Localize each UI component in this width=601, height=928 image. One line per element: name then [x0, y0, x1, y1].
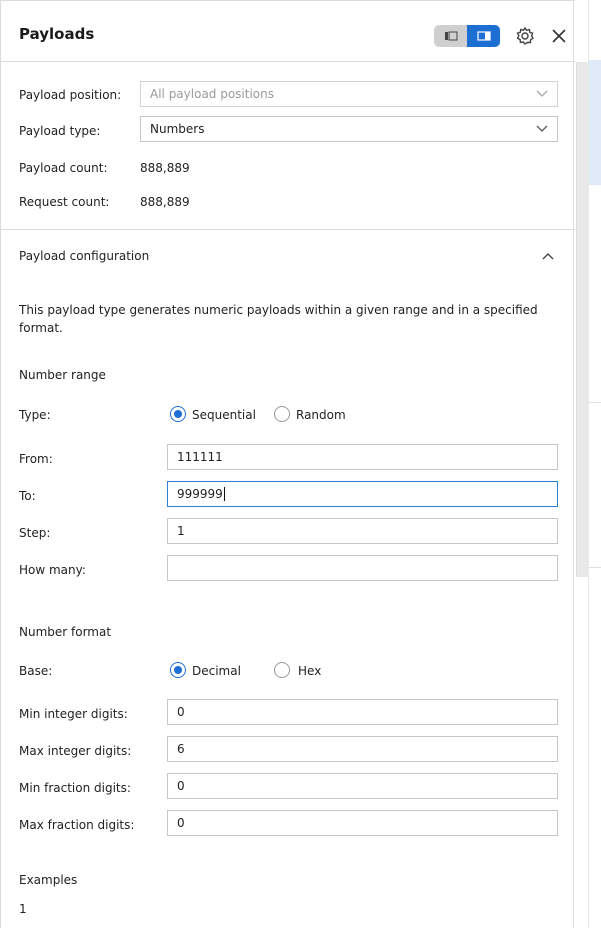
chevron-down-icon	[536, 90, 548, 97]
max-integer-digits-input[interactable]: 6	[167, 736, 558, 762]
payload-type-select[interactable]: Numbers	[140, 116, 558, 142]
random-label: Random	[296, 408, 346, 422]
section-divider	[1, 229, 575, 230]
to-label: To:	[19, 489, 36, 503]
max-fraction-digits-input[interactable]: 0	[167, 810, 558, 836]
number-format-title: Number format	[19, 625, 112, 639]
request-count-value: 888,889	[140, 195, 190, 209]
config-description: This payload type generates numeric payl…	[19, 303, 538, 335]
layout-left-button[interactable]	[434, 25, 467, 47]
chevron-down-icon	[536, 125, 548, 132]
step-input[interactable]: 1	[167, 518, 558, 544]
text-caret	[223, 487, 225, 501]
payload-type-label: Payload type:	[19, 124, 101, 138]
panel-title: Payloads	[19, 25, 95, 43]
panel-header: Payloads	[1, 0, 575, 62]
max-fraction-digits-value: 0	[177, 816, 185, 830]
hex-label: Hex	[298, 664, 322, 678]
gutter-divider	[588, 402, 601, 403]
payload-position-label: Payload position:	[19, 88, 122, 102]
max-integer-digits-label: Max integer digits:	[19, 744, 132, 758]
gear-icon	[516, 26, 534, 45]
payload-count-label: Payload count:	[19, 161, 108, 175]
section-title-payload-configuration: Payload configuration	[19, 249, 150, 263]
payload-count-value: 888,889	[140, 161, 190, 175]
how-many-label: How many:	[19, 563, 86, 577]
to-value: 999999	[177, 487, 223, 501]
payload-type-value: Numbers	[150, 122, 205, 136]
scrollbar-thumb[interactable]	[576, 62, 589, 577]
hex-radio[interactable]	[274, 662, 290, 678]
max-fraction-digits-label: Max fraction digits:	[19, 818, 135, 832]
layout-toggle[interactable]	[434, 25, 500, 47]
min-integer-digits-value: 0	[177, 705, 185, 719]
sequential-radio[interactable]	[170, 406, 186, 422]
layout-right-button[interactable]	[467, 25, 500, 47]
min-fraction-digits-label: Min fraction digits:	[19, 781, 131, 795]
min-fraction-digits-value: 0	[177, 779, 185, 793]
max-integer-digits-value: 6	[177, 742, 185, 756]
payloads-panel: Payloads Payload position: All payload p…	[0, 0, 589, 928]
collapse-section-button[interactable]	[538, 248, 558, 266]
examples-title: Examples	[19, 873, 78, 887]
decimal-radio[interactable]	[170, 662, 186, 678]
decimal-label: Decimal	[192, 664, 241, 678]
to-input[interactable]: 999999	[167, 481, 558, 507]
example-value: 1	[19, 902, 27, 916]
min-fraction-digits-input[interactable]: 0	[167, 773, 558, 799]
payload-position-placeholder: All payload positions	[150, 87, 275, 101]
close-button[interactable]	[548, 25, 570, 47]
gutter-divider	[588, 567, 601, 568]
payload-position-select[interactable]: All payload positions	[140, 81, 558, 107]
panel-right-icon	[476, 31, 491, 41]
chevron-up-icon	[542, 253, 554, 260]
range-type-label: Type:	[19, 408, 51, 422]
how-many-input[interactable]	[167, 555, 558, 581]
step-value: 1	[177, 524, 185, 538]
from-label: From:	[19, 452, 53, 466]
settings-button[interactable]	[514, 25, 536, 47]
random-radio[interactable]	[274, 406, 290, 422]
from-value: 111111	[177, 450, 223, 464]
from-input[interactable]: 111111	[167, 444, 558, 470]
base-label: Base:	[19, 664, 53, 678]
request-count-label: Request count:	[19, 195, 110, 209]
gutter-highlight	[588, 60, 601, 185]
step-label: Step:	[19, 526, 51, 540]
sequential-label: Sequential	[192, 408, 256, 422]
close-icon	[552, 29, 566, 43]
min-integer-digits-label: Min integer digits:	[19, 707, 128, 721]
panel-left-icon	[444, 31, 457, 41]
number-range-title: Number range	[19, 368, 106, 382]
min-integer-digits-input[interactable]: 0	[167, 699, 558, 725]
